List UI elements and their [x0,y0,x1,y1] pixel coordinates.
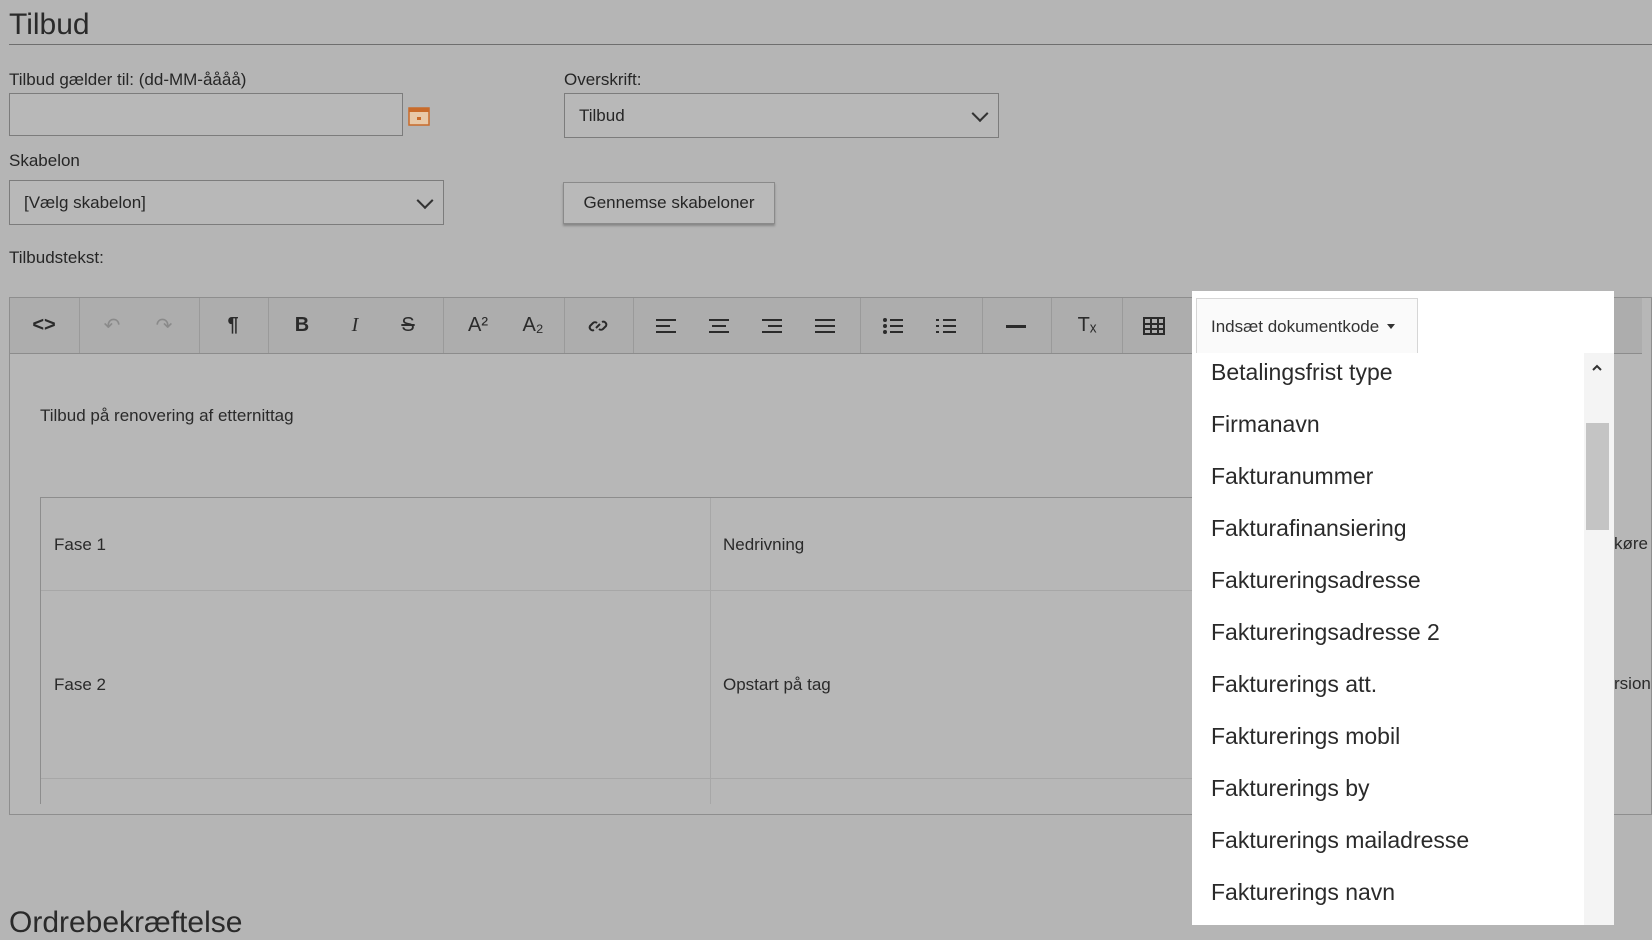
valid-until-input[interactable] [9,93,403,136]
table-cell[interactable]: Nedrivning [723,535,804,555]
caret-down-icon [1387,324,1396,329]
undo-button[interactable]: ↶ [92,298,132,353]
link-icon[interactable] [578,298,618,353]
clear-format-button[interactable]: Tₓ [1067,298,1107,353]
section-heading: Ordrebekræftelse [9,906,243,939]
dropdown-item[interactable]: Fakturerings att. [1211,671,1377,698]
insert-code-label: Indsæt dokumentkode [1211,316,1380,336]
scroll-up-icon[interactable] [1592,360,1602,371]
editor-table[interactable]: Fase 1 Nedrivning Fase 2 Opstart på tag [40,497,1201,804]
valid-until-label: Tilbud gælder til: (dd-MM-åååå) [9,70,247,89]
justify-button[interactable] [805,298,845,353]
dropdown-item[interactable]: Fakturerings mobil [1211,723,1400,750]
table-cell-fragment: køre [1614,534,1648,553]
dropdown-item[interactable]: Fakturafinansiering [1211,515,1407,542]
template-select-value: [Vælg skabelon] [24,192,146,212]
dropdown-item[interactable]: Firmanavn [1211,411,1320,438]
dropdown-item[interactable]: Faktureringsadresse 2 [1211,619,1440,646]
source-code-button[interactable]: <> [24,298,64,353]
table-cell[interactable]: Fase 2 [54,675,106,695]
template-select[interactable]: [Vælg skabelon] [9,180,444,225]
align-left-button[interactable] [646,298,686,353]
dropdown-item[interactable]: Betalingsfrist type [1211,359,1393,386]
table-cell[interactable]: Opstart på tag [723,675,831,695]
heading-select[interactable]: Tilbud [564,93,999,138]
paragraph-format-button[interactable]: ¶ [213,298,253,353]
bullet-list-icon[interactable] [873,298,913,353]
redo-button[interactable]: ↷ [144,298,184,353]
bold-button[interactable]: B [282,298,322,353]
chevron-down-icon [416,191,434,209]
dropdown-scrollbar-thumb[interactable] [1586,423,1609,530]
heading-label: Overskrift: [564,70,642,89]
offer-text-label: Tilbudstekst: [9,248,104,267]
editor-intro-text[interactable]: Tilbud på renovering af etternittag [40,406,294,426]
superscript-button[interactable]: A² [458,298,498,353]
page-title: Tilbud [9,8,90,41]
dropdown-item[interactable]: Faktureringsadresse [1211,567,1421,594]
calendar-icon[interactable] [408,106,430,126]
table-cell-fragment: rsion [1614,674,1651,693]
title-divider [9,44,1652,45]
dropdown-item[interactable]: Fakturerings mailadresse [1211,827,1469,854]
horizontal-rule-button[interactable] [996,298,1036,353]
dropdown-item[interactable]: Fakturanummer [1211,463,1373,490]
template-label: Skabelon [9,151,80,170]
insert-code-button[interactable]: Indsæt dokumentkode [1196,298,1418,354]
dropdown-item[interactable]: Fakturerings by [1211,775,1370,802]
table-cell[interactable]: Fase 1 [54,535,106,555]
align-center-button[interactable] [699,298,739,353]
italic-button[interactable]: I [335,298,375,353]
dropdown-item[interactable]: Fakturerings navn [1211,879,1395,906]
numbered-list-icon[interactable] [926,298,966,353]
chevron-down-icon [971,104,989,122]
heading-select-value: Tilbud [579,105,625,125]
subscript-button[interactable]: A₂ [513,298,553,353]
browse-templates-button[interactable]: Gennemse skabeloner [563,182,775,224]
strikethrough-button[interactable]: S [388,298,428,353]
table-icon[interactable] [1134,298,1174,353]
align-right-button[interactable] [752,298,792,353]
